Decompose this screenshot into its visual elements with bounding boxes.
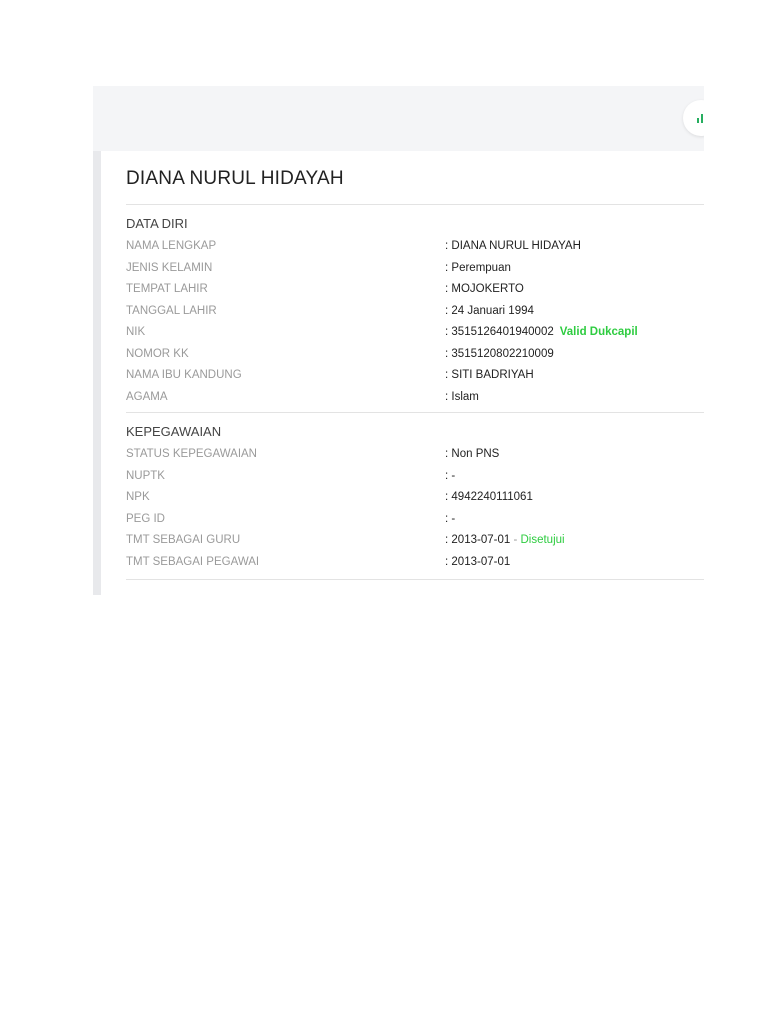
top-bar (93, 86, 704, 151)
value-text: Non PNS (451, 448, 500, 460)
row-tempat-lahir: TEMPAT LAHIR : MOJOKERTO (126, 279, 704, 301)
colon: : (445, 448, 449, 460)
value-text: 4942240111061 (451, 491, 533, 503)
approval-status: Disetujui (520, 534, 565, 546)
colon: : (445, 283, 449, 295)
value-text: Islam (451, 390, 479, 403)
colon: : (445, 512, 449, 525)
colon: : (445, 555, 449, 568)
colon: : (445, 261, 449, 274)
row-label: JENIS KELAMIN (126, 261, 213, 274)
value-text: MOJOKERTO (451, 283, 524, 295)
value-text: - (451, 512, 456, 525)
row-tanggal-lahir: TANGGAL LAHIR : 24 Januari 1994 (126, 301, 704, 323)
row-nuptk: NUPTK : - (126, 466, 704, 488)
value-text: Perempuan (451, 261, 511, 274)
row-value: : - (445, 466, 455, 488)
colon: : (445, 347, 449, 360)
row-label: NAMA IBU KANDUNG (126, 369, 242, 381)
profile-panel: DIANA NURUL HIDAYAH DATA DIRI NAMA LENGK… (93, 86, 704, 595)
row-value: : Perempuan (445, 258, 511, 280)
row-value: : Islam (445, 387, 479, 409)
row-npk: NPK : 4942240111061 (126, 487, 704, 509)
row-label: NPK (126, 491, 150, 503)
row-label: NUPTK (126, 469, 165, 482)
row-value: : Non PNS (445, 444, 499, 466)
row-value: : 2013-07-01 (445, 552, 510, 574)
value-text: DIANA NURUL HIDAYAH (451, 240, 581, 252)
row-label: TANGGAL LAHIR (126, 304, 217, 317)
row-value: : - (445, 509, 455, 531)
section-divider-end (126, 579, 704, 580)
bar-chart-icon (697, 113, 704, 123)
row-jenis-kelamin: JENIS KELAMIN : Perempuan (126, 258, 704, 280)
section-divider (126, 412, 704, 413)
row-value: : 2013-07-01 - Disetujui (445, 530, 565, 552)
value-text: 2013-07-01 (451, 534, 511, 546)
row-value: : SITI BADRIYAH (445, 365, 534, 387)
section-title-data-diri: DATA DIRI (126, 216, 188, 231)
row-nama-lengkap: NAMA LENGKAP : DIANA NURUL HIDAYAH (126, 236, 704, 258)
row-value: : 3515120802210009 (445, 344, 554, 366)
page-title: DIANA NURUL HIDAYAH (126, 168, 704, 205)
colon: : (445, 390, 449, 403)
row-value: : DIANA NURUL HIDAYAH (445, 236, 581, 258)
value-text: 2013-07-01 (451, 555, 511, 568)
row-label: NOMOR KK (126, 347, 189, 360)
value-text: 3515120802210009 (451, 347, 554, 360)
row-label: NIK (126, 326, 146, 338)
row-label: TMT SEBAGAI PEGAWAI (126, 555, 260, 568)
row-agama: AGAMA : Islam (126, 387, 704, 409)
left-accent-bar (93, 151, 101, 595)
value-text: - (451, 469, 456, 482)
row-tmt-sebagai-guru: TMT SEBAGAI GURU : 2013-07-01 - Disetuju… (126, 530, 704, 552)
status-separator: - (513, 534, 518, 546)
row-nama-ibu-kandung: NAMA IBU KANDUNG : SITI BADRIYAH (126, 365, 704, 387)
row-label: NAMA LENGKAP (126, 240, 217, 252)
row-tmt-sebagai-pegawai: TMT SEBAGAI PEGAWAI : 2013-07-01 (126, 552, 704, 574)
row-label: STATUS KEPEGAWAIAN (126, 448, 257, 460)
valid-dukcapil-badge: Valid Dukcapil (559, 326, 638, 338)
colon: : (445, 469, 449, 482)
profile-content: DIANA NURUL HIDAYAH DATA DIRI NAMA LENGK… (126, 151, 704, 580)
row-label: TMT SEBAGAI GURU (126, 534, 241, 546)
value-text: 3515126401940002 (451, 326, 554, 338)
row-value: : 24 Januari 1994 (445, 301, 534, 323)
row-label: PEG ID (126, 512, 165, 525)
row-label: AGAMA (126, 390, 168, 403)
row-peg-id: PEG ID : - (126, 509, 704, 531)
value-text: 24 Januari 1994 (451, 304, 534, 317)
stats-button[interactable] (683, 100, 704, 136)
row-value: : MOJOKERTO (445, 279, 524, 301)
row-value: : 3515126401940002 Valid Dukcapil (445, 322, 638, 344)
value-text: SITI BADRIYAH (451, 369, 534, 381)
colon: : (445, 240, 449, 252)
row-value: : 4942240111061 (445, 487, 533, 509)
section-title-kepegawaian: KEPEGAWAIAN (126, 424, 222, 439)
colon: : (445, 326, 449, 338)
row-nik: NIK : 3515126401940002 Valid Dukcapil (126, 322, 704, 344)
colon: : (445, 534, 449, 546)
row-nomor-kk: NOMOR KK : 3515120802210009 (126, 344, 704, 366)
colon: : (445, 304, 449, 317)
colon: : (445, 369, 449, 381)
row-status-kepegawaian: STATUS KEPEGAWAIAN : Non PNS (126, 444, 704, 466)
colon: : (445, 491, 449, 503)
row-label: TEMPAT LAHIR (126, 283, 208, 295)
